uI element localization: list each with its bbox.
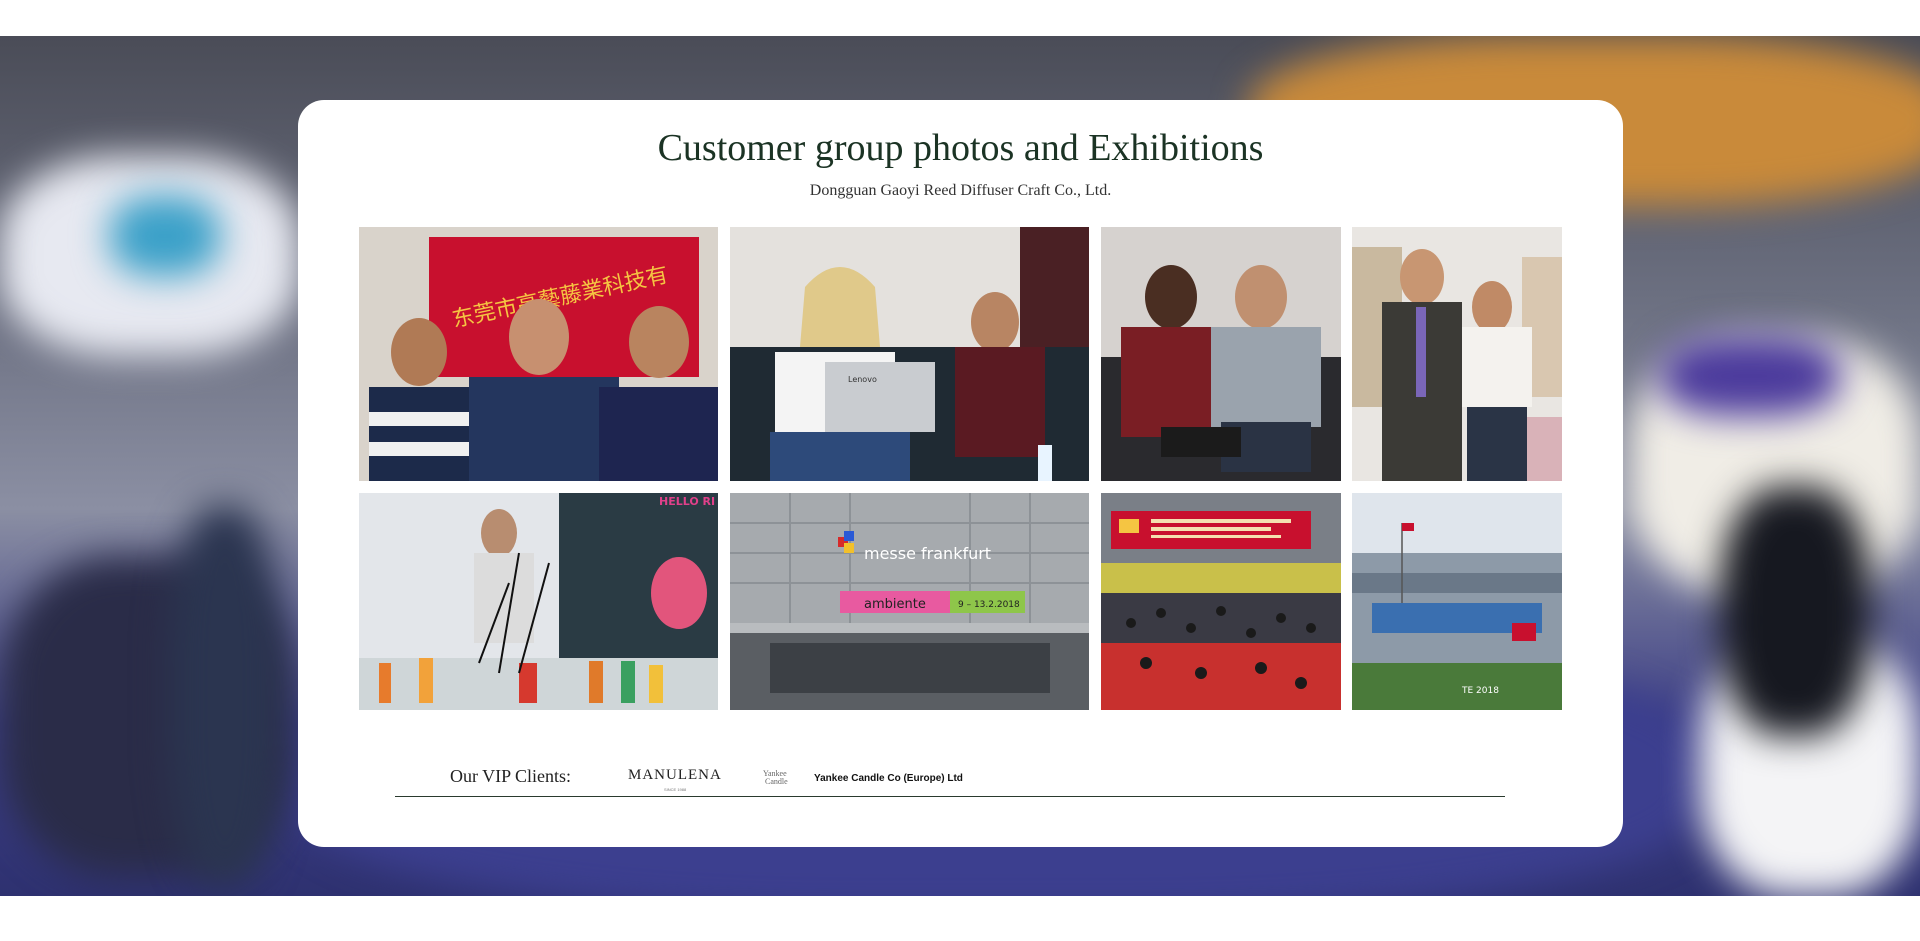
svg-text:ambiente: ambiente bbox=[864, 597, 926, 612]
section-title: Customer group photos and Exhibitions bbox=[657, 127, 1264, 169]
manulena-logo: MANULENA SINCE 1988 bbox=[628, 764, 738, 794]
svg-text:MANULENA: MANULENA bbox=[628, 767, 722, 783]
svg-text:SINCE 1988: SINCE 1988 bbox=[664, 787, 687, 792]
svg-text:Lenovo: Lenovo bbox=[848, 375, 877, 384]
gallery-card: Customer group photos and Exhibitions Do… bbox=[298, 100, 1623, 847]
client-name-yankee-candle-europe: Yankee Candle Co (Europe) Ltd bbox=[814, 773, 963, 784]
svg-text:HELLO RI DIFFUS: HELLO RI DIFFUS bbox=[659, 495, 718, 508]
photo-meeting-laptop[interactable]: Lenovo bbox=[730, 227, 1089, 481]
svg-text:messe frankfurt: messe frankfurt bbox=[864, 544, 991, 563]
photo-booth-visitors[interactable] bbox=[1352, 227, 1562, 481]
section-subtitle: Dongguan Gaoyi Reed Diffuser Craft Co., … bbox=[809, 182, 1112, 199]
photo-diffuser-display[interactable]: HELLO RI DIFFUS bbox=[359, 493, 718, 710]
photo-two-men-sofa[interactable] bbox=[1101, 227, 1341, 481]
photo-group-red-banner[interactable]: 东莞市高藝藤業科技有 bbox=[359, 227, 718, 481]
yankee-candle-logo: Yankee Candle bbox=[763, 768, 805, 788]
svg-text:9 – 13.2.2018: 9 – 13.2.2018 bbox=[958, 600, 1020, 610]
photo-canton-fair[interactable] bbox=[1101, 493, 1341, 710]
photo-exhibition-building[interactable]: TE 2018 bbox=[1352, 493, 1562, 710]
vip-clients-label: Our VIP Clients: bbox=[450, 766, 572, 786]
vip-divider bbox=[395, 796, 1505, 797]
svg-text:Candle: Candle bbox=[765, 777, 788, 786]
photo-messe-frankfurt[interactable]: messe frankfurt ambiente 9 – 13.2.2018 bbox=[730, 493, 1089, 710]
svg-text:TE 2018: TE 2018 bbox=[1461, 686, 1499, 696]
